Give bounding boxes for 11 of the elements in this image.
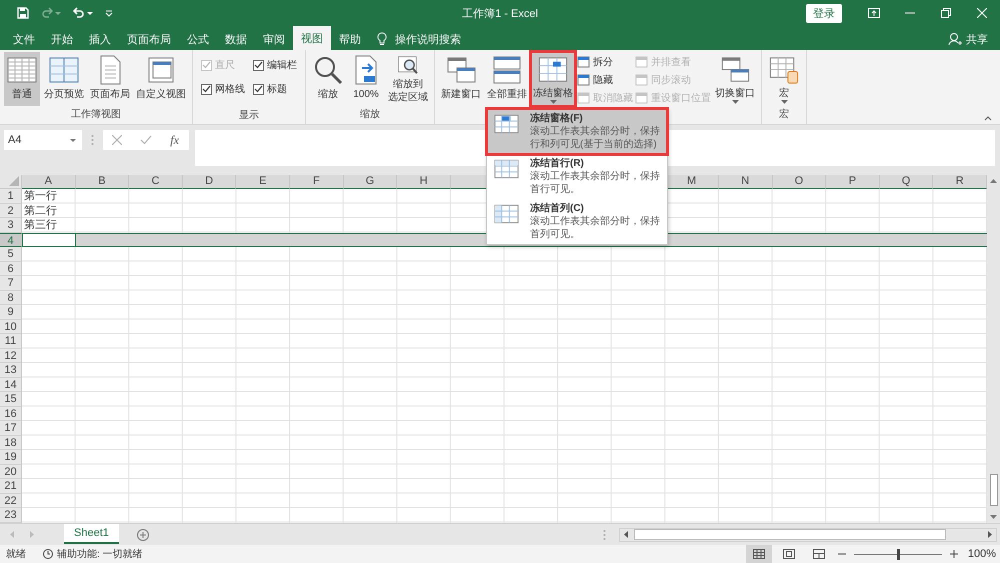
group-label: 显示 xyxy=(238,109,260,124)
group-label: 缩放 xyxy=(359,108,381,122)
status-text: 就绪 xyxy=(6,548,26,561)
table-cell-text: 第三行 xyxy=(23,218,58,232)
table-cell-text: 第一行 xyxy=(23,189,58,204)
table-cell-text: 第二行 xyxy=(23,204,58,218)
group-label: 宏 xyxy=(778,108,790,122)
group-label: 工作簿视图 xyxy=(70,108,122,122)
accessibility-status: 辅助功能: 一切就绪 xyxy=(57,548,143,561)
window-title: 工作簿1 - Excel xyxy=(462,7,538,21)
zoom-level: 100% xyxy=(968,548,996,560)
